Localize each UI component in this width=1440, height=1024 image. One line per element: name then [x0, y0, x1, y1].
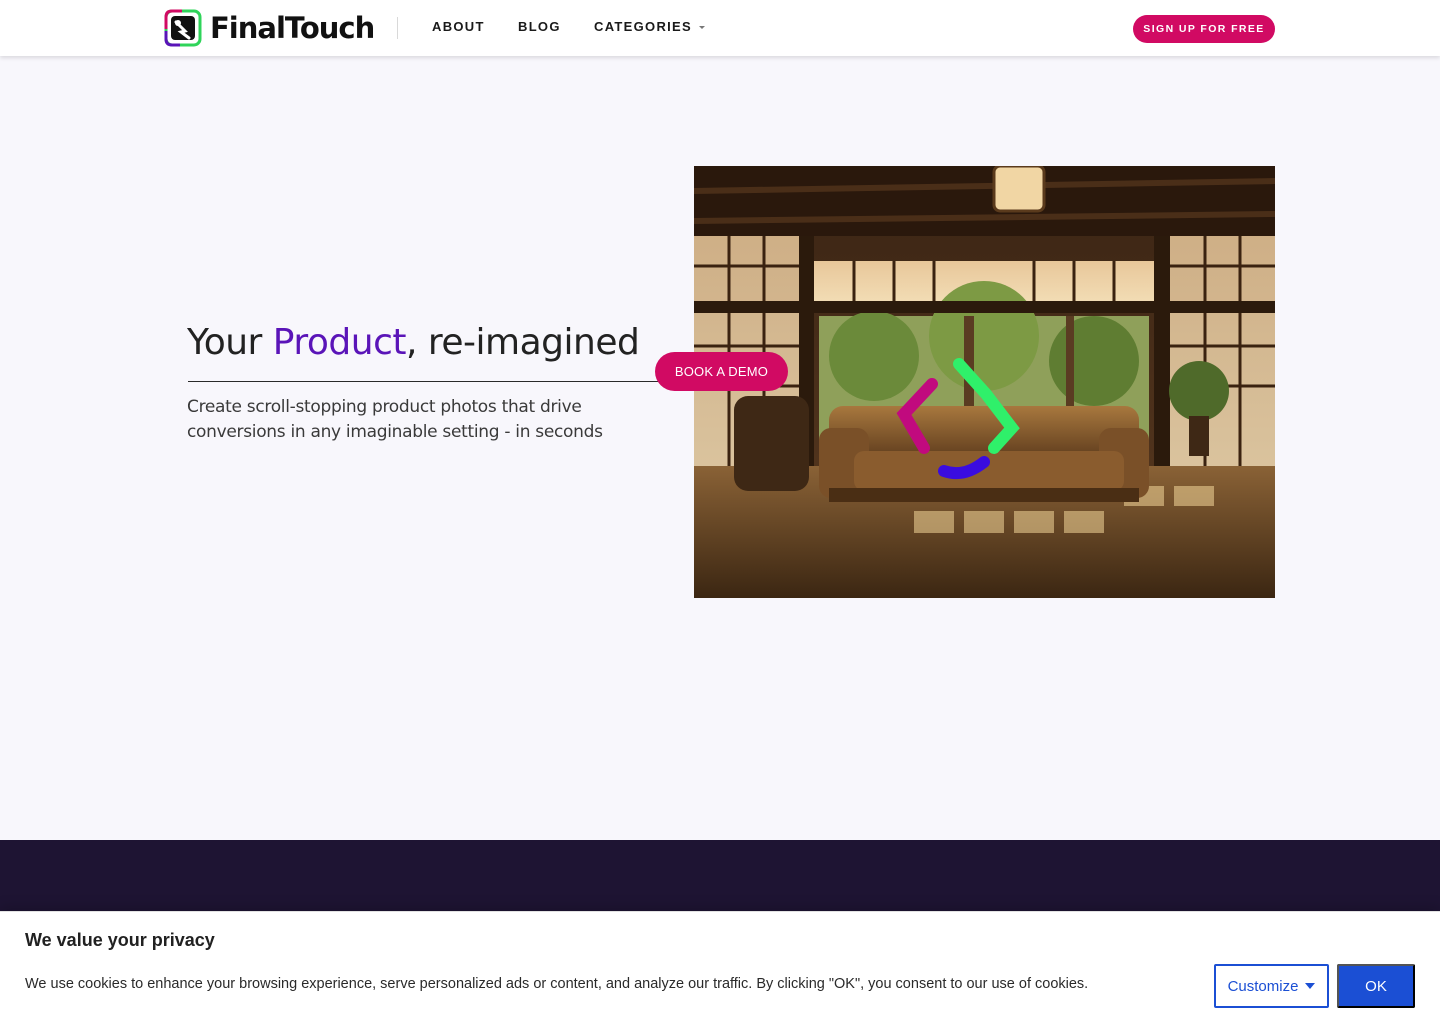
caret-down-icon [699, 25, 705, 29]
hero-title: Your Product, re-imagined [187, 322, 640, 363]
finaltouch-logo-icon [164, 9, 202, 47]
book-demo-button[interactable]: BOOK A DEMO [655, 352, 788, 391]
caret-down-icon [1305, 983, 1316, 989]
hero-title-accent: Product [272, 322, 407, 363]
site-header: FinalTouch ABOUT BLOG CATEGORIES SIGN UP… [0, 0, 1440, 56]
nav-about-link[interactable]: ABOUT [432, 19, 485, 34]
hero-title-after: , re-imagined [405, 322, 640, 363]
logo-text: FinalTouch [210, 11, 375, 45]
ok-button[interactable]: OK [1337, 964, 1415, 1008]
cookie-text: We use cookies to enhance your browsing … [25, 976, 1089, 992]
logo[interactable]: FinalTouch [164, 9, 375, 47]
nav-categories-dropdown[interactable]: CATEGORIES [594, 19, 705, 34]
cookie-title: We value your privacy [25, 930, 215, 950]
cookie-banner: We value your privacy We use cookies to … [0, 911, 1440, 1024]
hero-title-before: Your [187, 322, 273, 363]
hero-subtitle: Create scroll-stopping product photos th… [187, 397, 603, 442]
customize-label: Customize [1227, 977, 1299, 995]
customize-button[interactable]: Customize [1214, 964, 1329, 1008]
hero-divider [188, 381, 658, 382]
nav-categories-label: CATEGORIES [594, 19, 692, 34]
nav-blog-link[interactable]: BLOG [518, 19, 561, 34]
nav-divider [397, 17, 398, 39]
signup-button[interactable]: SIGN UP FOR FREE [1133, 15, 1275, 43]
